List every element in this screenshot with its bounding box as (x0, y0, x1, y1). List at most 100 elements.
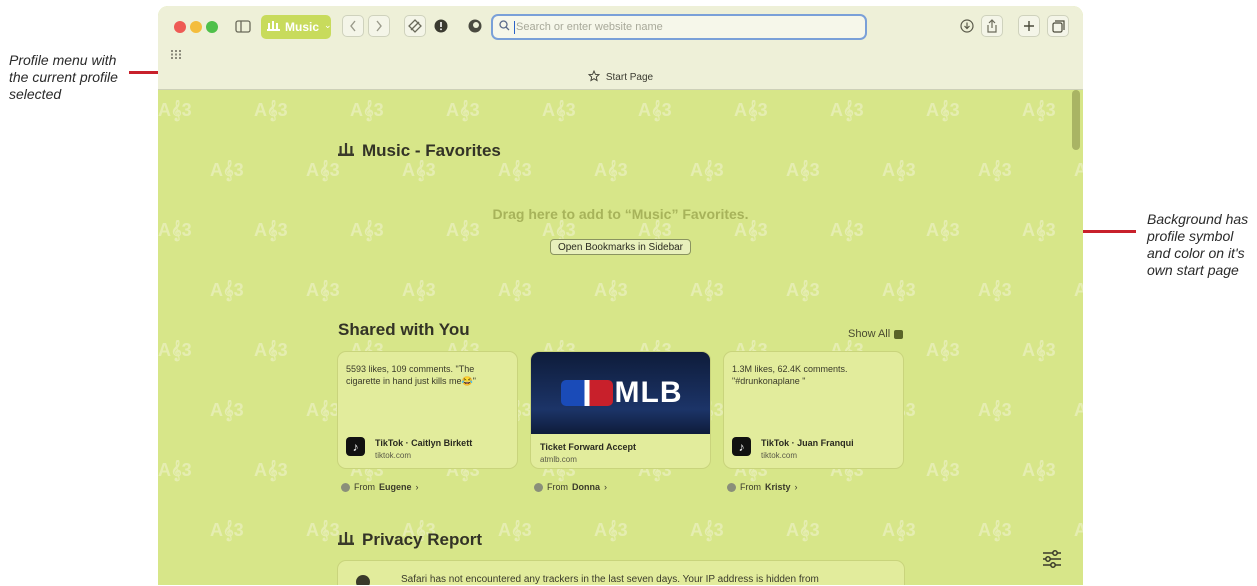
profile-watermark-icon: A𝄞3 (158, 100, 192, 120)
profile-watermark-icon: A𝄞3 (210, 400, 244, 420)
shared-from[interactable]: From Donna › (534, 482, 607, 492)
open-bookmarks-button[interactable]: Open Bookmarks in Sidebar (550, 239, 691, 255)
profile-watermark-icon: A𝄞3 (786, 160, 820, 180)
avatar (534, 482, 543, 492)
avatar (727, 482, 736, 492)
card-domain: tiktok.com (761, 451, 798, 460)
shared-card[interactable]: 1.3M likes, 62.4K comments. "#drunkonapl… (723, 351, 904, 469)
profile-watermark-icon: A𝄞3 (690, 280, 724, 300)
profile-watermark-icon: A𝄞3 (978, 160, 1012, 180)
forward-icon[interactable] (368, 15, 390, 37)
profile-watermark-icon: A𝄞3 (158, 340, 192, 360)
profile-watermark-icon: A𝄞3 (498, 520, 532, 540)
profile-watermark-icon: A𝄞3 (638, 100, 672, 120)
profile-watermark-icon: A𝄞3 (1022, 460, 1056, 480)
privacy-icon[interactable] (404, 15, 426, 37)
profile-watermark-icon: A𝄞3 (978, 520, 1012, 540)
shared-from[interactable]: From Eugene › (341, 482, 419, 492)
profile-watermark-icon: A𝄞3 (926, 460, 960, 480)
profile-watermark-icon: A𝄞3 (594, 520, 628, 540)
chevron-down-icon: ⌄ (324, 19, 332, 30)
profile-watermark-icon: A𝄞3 (734, 100, 768, 120)
minimize-button[interactable] (190, 21, 202, 33)
profile-watermark-icon: A𝄞3 (210, 520, 244, 540)
favorites-title: Music - Favorites (362, 141, 501, 160)
profile-watermark-icon: A𝄞3 (882, 280, 916, 300)
tab-overview-icon[interactable] (1047, 15, 1069, 37)
alert-icon[interactable] (430, 15, 452, 37)
profile-watermark-icon: A𝄞3 (638, 220, 672, 240)
tab-title: Start Page (605, 72, 654, 83)
profile-watermark-icon: A𝄞3 (210, 160, 244, 180)
music-profile-icon (338, 530, 354, 550)
profile-menu-button[interactable]: Music ⌄ (261, 15, 332, 39)
from-name: Donna (572, 482, 600, 492)
back-icon[interactable] (342, 15, 364, 37)
profile-watermark-icon: A𝄞3 (830, 220, 864, 240)
privacy-heading: Privacy Report (338, 530, 482, 550)
profile-watermark-icon: A𝄞3 (306, 520, 340, 540)
shared-from[interactable]: From Kristy › (727, 482, 798, 492)
annotation-background: Background has profile symbol and color … (1147, 211, 1249, 278)
annotation-profile-menu: Profile menu with the current profile se… (9, 52, 118, 102)
profile-watermark-icon: A𝄞3 (158, 460, 192, 480)
toolbar: Music ⌄ Search or enter website name Sta… (158, 6, 1083, 90)
customize-settings-icon[interactable] (1041, 548, 1063, 570)
scrollbar-thumb[interactable] (1072, 90, 1080, 150)
profile-watermark-icon: A𝄞3 (210, 280, 244, 300)
profile-watermark-icon: A𝄞3 (446, 100, 480, 120)
profile-watermark-icon: A𝄞3 (402, 280, 436, 300)
from-name: Eugene (379, 482, 412, 492)
profile-watermark-icon: A𝄞3 (926, 100, 960, 120)
profile-watermark-icon: A𝄞3 (786, 520, 820, 540)
tiktok-icon: ♪ (346, 437, 365, 456)
profile-watermark-icon: A𝄞3 (498, 280, 532, 300)
profile-watermark-icon: A𝄞3 (594, 160, 628, 180)
mlb-image-text: MLB (614, 376, 683, 409)
from-prefix: From (547, 482, 568, 492)
url-placeholder: Search or enter website name (516, 21, 663, 33)
shared-heading: Shared with You (338, 320, 470, 339)
favorites-heading: Music - Favorites (338, 141, 501, 161)
profile-watermark-icon: A𝄞3 (1074, 280, 1083, 300)
profile-watermark-icon: A𝄞3 (446, 220, 480, 240)
from-prefix: From (740, 482, 761, 492)
card-description: 1.3M likes, 62.4K comments. "#drunkonapl… (732, 364, 848, 386)
close-button[interactable] (174, 21, 186, 33)
share-icon[interactable] (981, 15, 1003, 37)
chevron-down-icon (894, 329, 904, 339)
profile-watermark-icon: A𝄞3 (158, 220, 192, 240)
profile-watermark-icon: A𝄞3 (306, 400, 340, 420)
address-bar[interactable]: Search or enter website name (491, 14, 867, 40)
safari-window: Music ⌄ Search or enter website name Sta… (158, 6, 1083, 585)
show-all-button[interactable]: Show All (848, 328, 904, 340)
grid-icon[interactable] (171, 50, 181, 61)
chevron-right-icon: › (415, 482, 419, 492)
profile-watermark-icon: A𝄞3 (1074, 400, 1083, 420)
sidebar-icon[interactable] (232, 15, 254, 37)
profile-watermark-icon: A𝄞3 (1074, 160, 1083, 180)
profile-watermark-icon: A𝄞3 (254, 100, 288, 120)
chevron-right-icon: › (604, 482, 607, 492)
new-tab-icon[interactable] (1018, 15, 1040, 37)
card-domain: tiktok.com (375, 451, 412, 460)
shared-card[interactable]: 5593 likes, 109 comments. "The cigarette… (337, 351, 518, 469)
profile-watermark-icon: A𝄞3 (690, 520, 724, 540)
profile-watermark-icon: A𝄞3 (594, 280, 628, 300)
profile-watermark-icon: A𝄞3 (1074, 520, 1083, 540)
privacy-text: Safari has not encountered any trackers … (401, 574, 819, 585)
privacy-report-card[interactable]: Safari has not encountered any trackers … (337, 560, 905, 585)
profile-watermark-icon: A𝄞3 (882, 520, 916, 540)
chevron-right-icon: › (794, 482, 798, 492)
profile-watermark-icon: A𝄞3 (498, 160, 532, 180)
extension-icon[interactable] (464, 15, 486, 37)
profile-watermark-icon: A𝄞3 (402, 160, 436, 180)
zoom-button[interactable] (206, 21, 218, 33)
download-icon[interactable] (956, 15, 978, 37)
music-profile-icon (338, 141, 354, 161)
privacy-title: Privacy Report (362, 530, 482, 549)
tab-start-page[interactable]: Start Page (158, 69, 1083, 85)
card-domain: atmlb.com (540, 455, 577, 464)
profile-watermark-icon: A𝄞3 (978, 280, 1012, 300)
shared-card[interactable]: MLB Ticket Forward Accept atmlb.com (530, 351, 711, 469)
